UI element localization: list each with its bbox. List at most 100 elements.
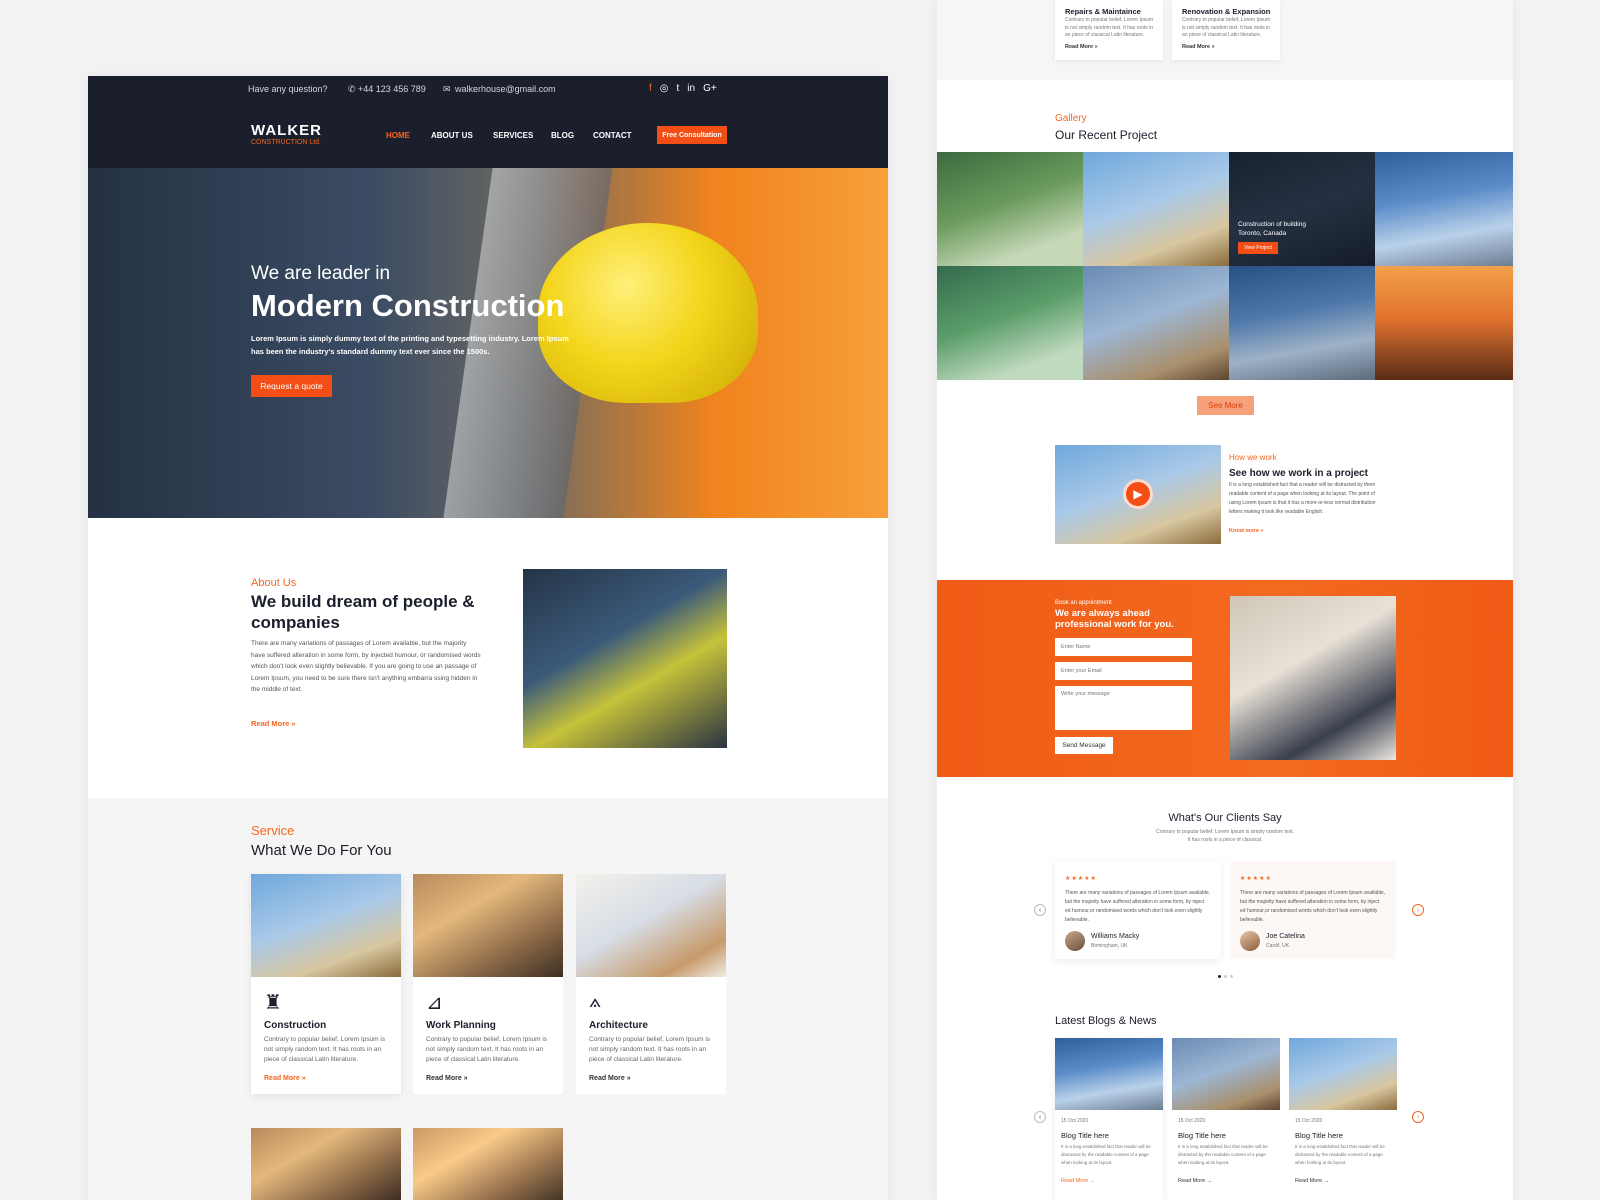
testimonial-prev-button[interactable]: ‹ [1034, 904, 1046, 916]
gallery-caption: Construction of building Toronto, Canada [1238, 220, 1306, 238]
nav-contact[interactable]: CONTACT [593, 131, 632, 140]
service-card-architecture[interactable]: ⟑ Architecture Contrary to popular belie… [576, 874, 726, 1094]
testimonial-text: There are many variations of passages of… [1240, 890, 1386, 923]
nav-blog[interactable]: BLOG [551, 131, 574, 140]
testimonial-next-button[interactable]: › [1412, 904, 1424, 916]
home-page-mockup: Have any question? ✆ +44 123 456 789 ✉ w… [88, 76, 888, 1200]
blog-read-more-link[interactable]: Read More → [1061, 1178, 1095, 1184]
twitter-icon[interactable]: t [677, 83, 680, 94]
client-location: Cardif, UK [1266, 943, 1290, 949]
blog-read-more-link[interactable]: Read More → [1295, 1178, 1329, 1184]
blog-card[interactable]: 15 Oct 2020 Blog Title here It is a long… [1055, 1038, 1163, 1200]
service-card-construction[interactable]: ♜ Construction Contrary to popular belie… [251, 874, 401, 1094]
carousel-dot[interactable] [1224, 975, 1227, 978]
nav-about-us[interactable]: ABOUT US [431, 131, 473, 140]
nav-services[interactable]: SERVICES [493, 131, 533, 140]
video-thumbnail[interactable]: ▶ [1055, 445, 1221, 544]
free-consultation-button[interactable]: Free Consultation [657, 126, 727, 144]
gallery-image[interactable] [937, 266, 1083, 380]
logo[interactable]: WALKER [251, 122, 322, 139]
service-read-more-link[interactable]: Read More » [589, 1075, 631, 1082]
gallery-image[interactable] [1375, 152, 1513, 266]
instagram-icon[interactable]: ◎ [660, 83, 669, 94]
view-project-button[interactable]: View Project [1238, 242, 1278, 254]
blueprint-icon: ⊿ [426, 992, 443, 1014]
service-read-more-link[interactable]: Read More » [264, 1075, 306, 1082]
inner-page-mockup: Repairs & Maintaince Contrary to popular… [937, 0, 1513, 1200]
blog-image [1289, 1038, 1397, 1110]
send-message-button[interactable]: Send Message [1055, 737, 1113, 754]
mini-card-title: Repairs & Maintaince [1065, 7, 1141, 16]
blog-prev-button[interactable]: ‹ [1034, 1111, 1046, 1123]
blog-read-more-link[interactable]: Read More → [1178, 1178, 1212, 1184]
mini-card-read-more-link[interactable]: Read More » [1182, 44, 1215, 50]
blog-title: Blog Title here [1178, 1131, 1226, 1140]
hero-title: Modern Construction [251, 288, 565, 323]
see-more-button[interactable]: See More [1197, 396, 1254, 415]
service-image-carpentry [413, 1128, 563, 1200]
blog-date: 15 Oct 2020 [1061, 1118, 1089, 1124]
blog-text: It is a long established fact that reade… [1295, 1144, 1385, 1165]
facebook-icon[interactable]: f [649, 83, 652, 94]
mini-card-text: Contrary to popular belief, Lorem Ipsum … [1182, 17, 1271, 38]
gallery-image[interactable] [1375, 266, 1513, 380]
gallery-image[interactable] [937, 152, 1083, 266]
service-read-more-link[interactable]: Read More » [426, 1075, 468, 1082]
about-title: We build dream of people & companies [251, 592, 475, 632]
gallery-image[interactable] [1229, 266, 1375, 380]
nav-home[interactable]: HOME [386, 131, 410, 140]
carousel-dot[interactable] [1230, 975, 1233, 978]
request-quote-button[interactable]: Request a quote [251, 375, 332, 397]
service-card-title: Architecture [589, 1020, 648, 1031]
play-icon[interactable]: ▶ [1123, 479, 1153, 509]
carousel-dot-active[interactable] [1218, 975, 1221, 978]
gallery-image[interactable] [1083, 266, 1229, 380]
gallery-image[interactable] [1083, 152, 1229, 266]
google-plus-icon[interactable]: G+ [703, 83, 717, 94]
meeting-image [1230, 596, 1396, 760]
question-text: Have any question? [248, 84, 328, 94]
hard-hat-image [538, 223, 758, 403]
phone-number[interactable]: +44 123 456 789 [358, 84, 426, 94]
client-name: Joe Catelina [1266, 933, 1305, 940]
mini-card-read-more-link[interactable]: Read More » [1065, 44, 1098, 50]
gallery-image-featured[interactable]: Construction of building Toronto, Canada… [1229, 152, 1375, 266]
service-image-plumbing [251, 1128, 401, 1200]
email-input[interactable] [1055, 662, 1192, 680]
avatar [1240, 931, 1260, 951]
about-read-more-link[interactable]: Read More » [251, 719, 296, 728]
mini-card-title: Renovation & Expansion [1182, 7, 1271, 16]
gallery-caption-location: Toronto, Canada [1238, 230, 1287, 237]
social-links: f ◎ t in G+ [649, 83, 717, 94]
blog-next-button[interactable]: › [1412, 1111, 1424, 1123]
blog-image [1172, 1038, 1280, 1110]
mini-card-text: Contrary to popular belief, Lorem Ipsum … [1065, 17, 1154, 38]
blog-image [1055, 1038, 1163, 1110]
gallery-caption-title: Construction of building [1238, 221, 1306, 228]
service-card-work-planning[interactable]: ⊿ Work Planning Contrary to popular beli… [413, 874, 563, 1094]
how-eyebrow: How we work [1229, 453, 1277, 462]
service-card-title: Construction [264, 1020, 327, 1031]
service-eyebrow: Service [251, 823, 295, 838]
blog-card[interactable]: 15 Oct 2020 Blog Title here It is a long… [1289, 1038, 1397, 1200]
avatar [1065, 931, 1085, 951]
know-more-link[interactable]: Know more » [1229, 528, 1264, 534]
crane-icon: ♜ [264, 992, 282, 1014]
clients-subtitle: Contrary to popular belief, Lorem Ipsum … [1156, 829, 1294, 843]
email-link[interactable]: walkerhouse@gmail.com [455, 84, 556, 94]
linkedin-icon[interactable]: in [687, 83, 695, 94]
about-workers-image [523, 569, 727, 748]
name-input[interactable] [1055, 638, 1192, 656]
blog-text: It is a long established fact that reade… [1061, 1144, 1151, 1165]
message-input[interactable] [1055, 686, 1192, 730]
service-image [251, 874, 401, 977]
blog-date: 15 Oct 2020 [1295, 1118, 1323, 1124]
service-card-repairs[interactable]: Repairs & Maintaince Contrary to popular… [1055, 0, 1163, 60]
gallery-title: Our Recent Project [1055, 128, 1158, 142]
blogs-title: Latest Blogs & News [1055, 1015, 1157, 1027]
testimonial-card: ★★★★★ There are many variations of passa… [1230, 861, 1396, 959]
testimonial-text: There are many variations of passages of… [1065, 890, 1211, 923]
blog-card[interactable]: 15 Oct 2020 Blog Title here It is a long… [1172, 1038, 1280, 1200]
service-card-renovation[interactable]: Renovation & Expansion Contrary to popul… [1172, 0, 1280, 60]
appointment-eyebrow: Book an appointment [1055, 600, 1112, 606]
